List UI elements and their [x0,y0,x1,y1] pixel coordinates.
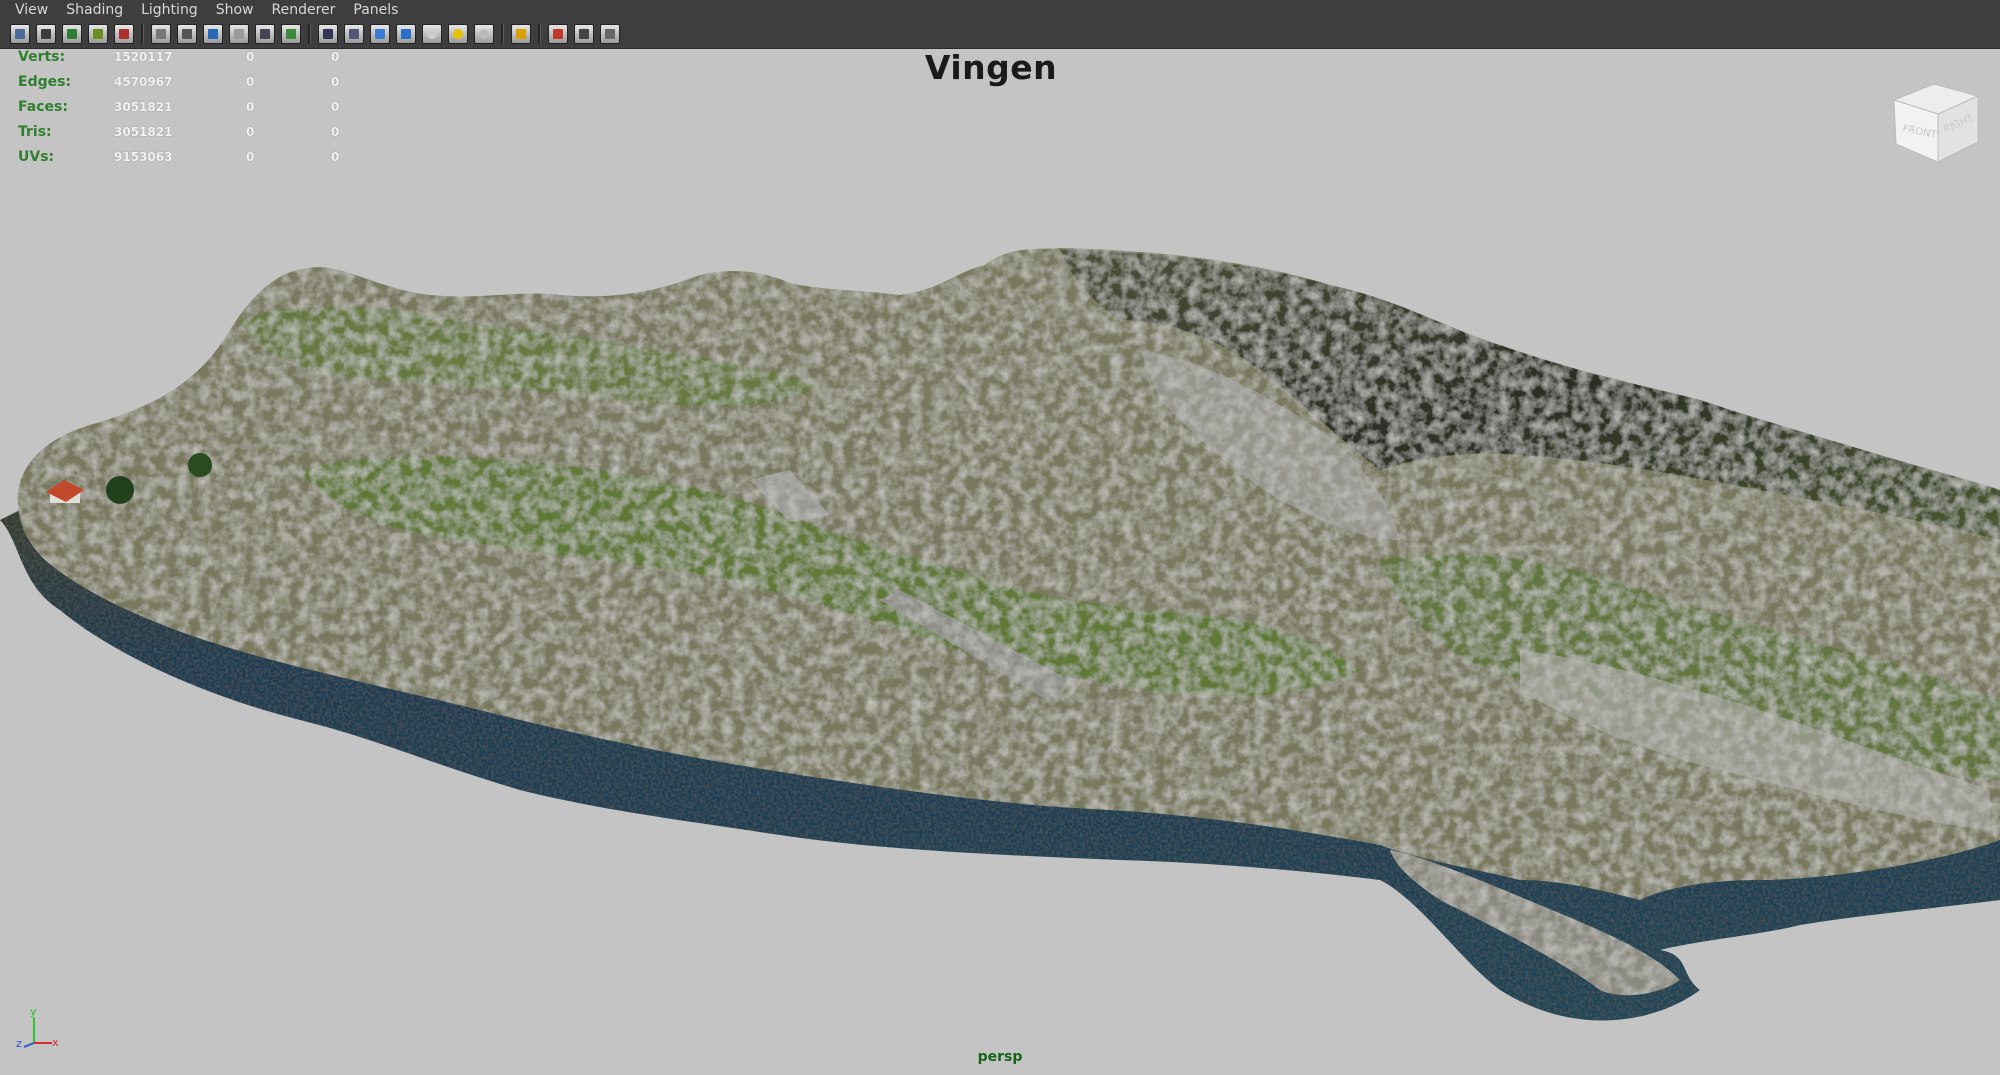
hud-stat-label: Verts: [18,49,66,65]
hud-stat-value: 0 [331,75,340,89]
hud-stat-value: 3051821 [114,100,173,114]
hud-stat-value: 0 [331,50,340,64]
hud-stat-value: 0 [246,100,255,114]
hud-stat-label: Edges: [18,74,72,90]
hud-stat-row: Tris: 3051821 0 0 [18,124,358,149]
hud-stat-value: 0 [331,100,340,114]
hud-stat-value: 9153063 [114,150,173,164]
tree [106,476,134,504]
hud-stat-value: 1520117 [114,50,173,64]
hud-stat-value: 4570967 [114,75,173,89]
axis-gizmo-icon: y x z [16,1005,59,1050]
viewcube-icon[interactable]: FRONT RIGHT [1886,76,1986,168]
hud-stat-value: 0 [331,125,340,139]
hud-stat-label: UVs: [18,149,55,165]
hud-stat-value: 0 [246,75,255,89]
hud-stat-value: 0 [246,50,255,64]
hud-stat-label: Tris: [18,124,52,140]
poly-count-hud: Verts: 1520117 0 0 Edges: 4570967 0 0 Faces: 3051… [18,49,358,174]
hud-stat-row: Verts: 1520117 0 0 [18,49,358,74]
axis-y-label: y [30,1005,37,1018]
hud-stat-row: UVs: 9153063 0 0 [18,149,358,174]
hud-stat-label: Faces: [18,99,68,115]
hud-stat-row: Faces: 3051821 0 0 [18,99,358,124]
camera-name-label: persp [977,1049,1023,1065]
hud-stat-value: 0 [246,150,255,164]
hud-stat-value: 0 [246,125,255,139]
hud-stat-row: Edges: 4570967 0 0 [18,74,358,99]
axis-x-label: x [52,1036,59,1049]
tree [188,453,212,477]
hud-stat-value: 3051821 [114,125,173,139]
hud-stat-value: 0 [331,150,340,164]
